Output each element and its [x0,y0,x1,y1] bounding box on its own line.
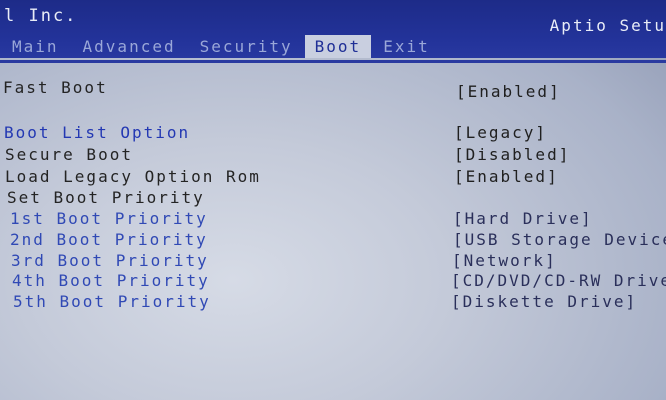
setting-label: 1st Boot Priority [10,209,208,228]
header-divider [0,60,666,63]
setting-label: Fast Boot [3,78,108,97]
setting-row-2nd-boot-priority[interactable]: 2nd Boot Priority [USB Storage Device] [0,230,666,250]
setting-row-1st-boot-priority[interactable]: 1st Boot Priority [Hard Drive] [0,209,666,229]
menu-tabs: Main Advanced Security Boot Exit [0,34,442,58]
bios-setup-screen: l Inc. Aptio Setu Main Advanced Security… [0,0,666,400]
setting-label: Boot List Option [4,123,191,142]
setting-value[interactable]: [Legacy] [454,123,547,142]
setting-row-set-boot-priority: Set Boot Priority [0,188,666,208]
setting-row-boot-list-option[interactable]: Boot List Option [Legacy] [0,123,666,143]
setting-label: 4th Boot Priority [12,271,210,290]
setting-row-4th-boot-priority[interactable]: 4th Boot Priority [CD/DVD/CD-RW Drive] [0,271,666,291]
setting-label: 3rd Boot Priority [11,251,209,270]
setting-row-3rd-boot-priority[interactable]: 3rd Boot Priority [Network] [0,251,666,271]
tab-main[interactable]: Main [0,35,71,58]
setting-row-5th-boot-priority[interactable]: 5th Boot Priority [Diskette Drive] [0,292,666,312]
setting-value[interactable]: [Enabled] [456,82,561,101]
tab-advanced[interactable]: Advanced [71,35,188,58]
setting-row-fast-boot[interactable]: Fast Boot [Enabled] [0,78,666,101]
tab-security[interactable]: Security [188,35,305,58]
setup-utility-title: Aptio Setu [549,16,666,35]
setting-value[interactable]: [USB Storage Device] [453,230,666,249]
tab-exit[interactable]: Exit [371,35,442,58]
setting-row-secure-boot[interactable]: Secure Boot [Disabled] [0,145,666,165]
bios-header-bar: l Inc. Aptio Setu Main Advanced Security… [0,0,666,58]
setting-value[interactable]: [Diskette Drive] [451,292,637,311]
setting-label: Secure Boot [5,145,133,164]
setting-value[interactable]: [CD/DVD/CD-RW Drive] [451,271,666,290]
setting-row-load-legacy-option-rom[interactable]: Load Legacy Option Rom [Enabled] [0,167,666,187]
vendor-name: l Inc. [4,6,78,26]
setting-label: Load Legacy Option Rom [5,167,261,186]
setting-label: 5th Boot Priority [13,292,211,311]
section-label: Set Boot Priority [7,188,205,207]
setting-value[interactable]: [Enabled] [454,167,559,186]
setting-value[interactable]: [Disabled] [454,145,570,164]
setting-value[interactable]: [Hard Drive] [453,209,593,228]
setting-value[interactable]: [Network] [452,251,557,270]
setting-label: 2nd Boot Priority [10,230,208,249]
tab-boot[interactable]: Boot [304,35,372,58]
